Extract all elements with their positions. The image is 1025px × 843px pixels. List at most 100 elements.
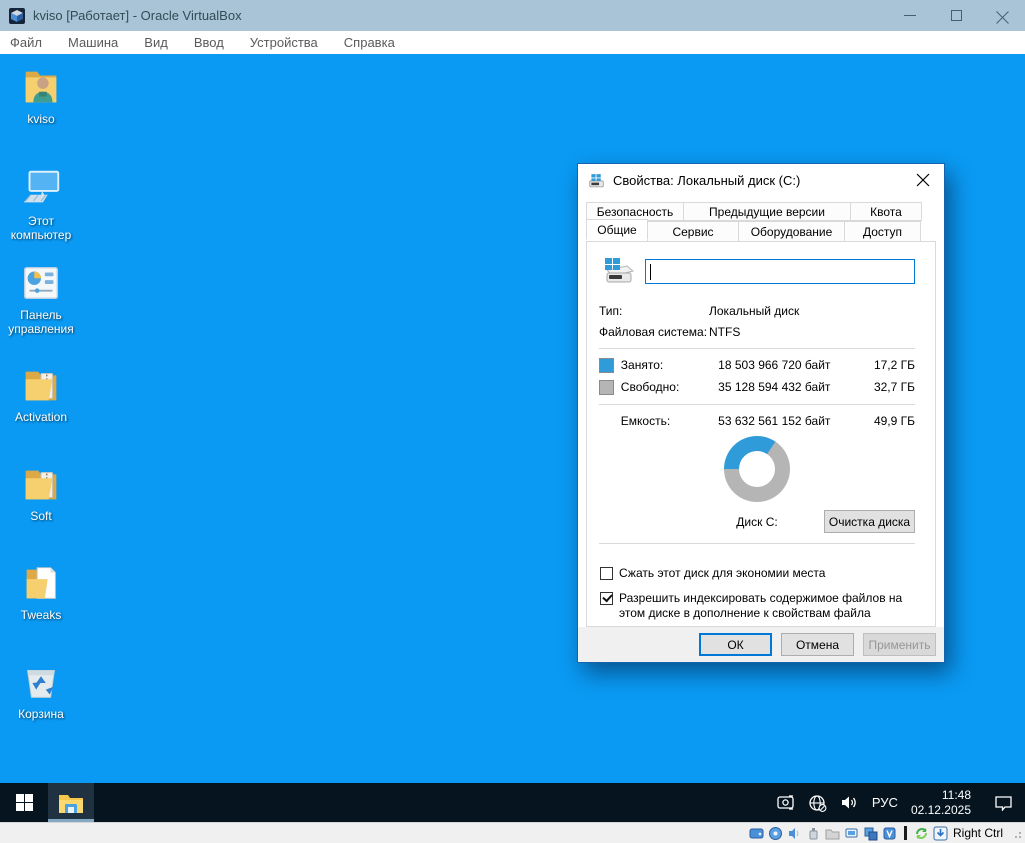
- tray-clock[interactable]: 11:48 02.12.2025: [911, 788, 971, 818]
- status-keyboard-capture-icon[interactable]: [933, 826, 948, 841]
- compress-checkbox-row[interactable]: Сжать этот диск для экономии места: [599, 566, 915, 581]
- desktop-icon-label: Корзина: [18, 707, 64, 721]
- status-mouse-integration-icon[interactable]: [914, 826, 929, 841]
- tray-display-icon[interactable]: [776, 794, 795, 811]
- folder-document-icon: [18, 560, 64, 606]
- minimize-icon: [904, 15, 916, 16]
- tab-previous-versions[interactable]: Предыдущие версии: [683, 202, 851, 221]
- desktop-icon-label: kviso: [27, 112, 54, 126]
- free-label: Свободно:: [621, 380, 708, 394]
- system-tray: РУС 11:48 02.12.2025: [776, 783, 1025, 822]
- menu-devices[interactable]: Устройства: [250, 35, 318, 50]
- close-button[interactable]: [979, 0, 1025, 31]
- status-usb-icon[interactable]: [806, 826, 821, 841]
- tab-quota[interactable]: Квота: [850, 202, 922, 221]
- start-button[interactable]: [0, 783, 48, 822]
- cancel-button[interactable]: Отмена: [781, 633, 854, 656]
- status-hdd-icon[interactable]: [749, 826, 764, 841]
- free-bytes: 35 128 594 432 байт: [707, 380, 830, 394]
- windows-logo-icon: [16, 794, 33, 811]
- filesystem-label: Файловая система:: [599, 325, 709, 339]
- virtualbox-app-icon: [8, 7, 26, 25]
- close-icon: [916, 173, 930, 187]
- disk-properties-dialog: Свойства: Локальный диск (C:) Безопаснос…: [577, 163, 945, 663]
- status-display-icon[interactable]: [844, 826, 859, 841]
- desktop-icon-label: Этот компьютер: [2, 214, 80, 242]
- status-separator: [904, 826, 907, 840]
- dialog-titlebar: Свойства: Локальный диск (C:): [578, 164, 944, 197]
- close-icon: [996, 9, 1009, 22]
- desktop-icon-label: Tweaks: [21, 608, 62, 622]
- index-checkbox[interactable]: [600, 592, 613, 605]
- free-legend-swatch: [599, 380, 614, 395]
- file-explorer-taskbar-button[interactable]: [48, 783, 94, 822]
- desktop-icon-recycle-bin[interactable]: Корзина: [2, 659, 80, 721]
- drive-icon-large: [599, 256, 639, 288]
- file-explorer-icon: [58, 792, 84, 814]
- menu-help[interactable]: Справка: [344, 35, 395, 50]
- tab-general[interactable]: Общие: [586, 219, 648, 240]
- compress-checkbox[interactable]: [600, 567, 613, 580]
- status-optical-disk-icon[interactable]: [768, 826, 783, 841]
- desktop-icon-soft[interactable]: Soft: [2, 461, 80, 523]
- menu-input[interactable]: Ввод: [194, 35, 224, 50]
- language-indicator[interactable]: РУС: [872, 795, 898, 810]
- tab-tools[interactable]: Сервис: [647, 221, 739, 242]
- compress-checkbox-label: Сжать этот диск для экономии места: [619, 566, 825, 581]
- volume-icon[interactable]: [840, 794, 859, 811]
- maximize-icon: [951, 10, 962, 21]
- virtualbox-window: kviso [Работает] - Oracle VirtualBox Фай…: [0, 0, 1025, 843]
- separator: [599, 543, 915, 544]
- desktop-icon-this-pc[interactable]: Этот компьютер: [2, 166, 80, 242]
- clock-date: 02.12.2025: [911, 803, 971, 818]
- apply-button[interactable]: Применить: [863, 633, 936, 656]
- tab-hardware[interactable]: Оборудование: [738, 221, 845, 242]
- volume-name-input[interactable]: [645, 259, 915, 284]
- desktop-icon-label: Soft: [30, 509, 51, 523]
- index-checkbox-row[interactable]: Разрешить индексировать содержимое файло…: [599, 591, 915, 621]
- type-label: Тип:: [599, 304, 709, 318]
- tab-sharing[interactable]: Доступ: [844, 221, 921, 242]
- separator: [599, 348, 915, 349]
- dialog-close-button[interactable]: [910, 167, 936, 193]
- action-center-icon[interactable]: [994, 794, 1013, 811]
- vbox-titlebar: kviso [Работает] - Oracle VirtualBox: [0, 0, 1025, 31]
- capacity-label: Емкость:: [621, 414, 708, 428]
- status-seamless-icon[interactable]: [863, 826, 878, 841]
- status-audio-icon[interactable]: [787, 826, 802, 841]
- disk-usage-donut-chart: [724, 436, 790, 502]
- menu-file[interactable]: Файл: [10, 35, 42, 50]
- used-bytes: 18 503 966 720 байт: [707, 358, 830, 372]
- text-caret: [650, 264, 651, 280]
- desktop-icon-activation[interactable]: Activation: [2, 362, 80, 424]
- status-shared-folders-icon[interactable]: [825, 826, 840, 841]
- free-size: 32,7 ГБ: [830, 380, 915, 394]
- desktop-icon-control-panel[interactable]: Панель управления: [2, 260, 80, 336]
- resize-grip[interactable]: [1011, 828, 1021, 838]
- menu-machine[interactable]: Машина: [68, 35, 118, 50]
- used-label: Занято:: [621, 358, 708, 372]
- desktop-icon-tweaks[interactable]: Tweaks: [2, 560, 80, 622]
- ok-button[interactable]: ОК: [699, 633, 772, 656]
- minimize-button[interactable]: [887, 0, 933, 31]
- drive-icon: [588, 173, 605, 188]
- maximize-button[interactable]: [933, 0, 979, 31]
- index-checkbox-label: Разрешить индексировать содержимое файло…: [619, 591, 915, 621]
- used-size: 17,2 ГБ: [830, 358, 915, 372]
- dialog-title: Свойства: Локальный диск (C:): [613, 173, 800, 188]
- desktop-icon-kviso[interactable]: kviso: [2, 64, 80, 126]
- menu-view[interactable]: Вид: [144, 35, 168, 50]
- recycle-bin-icon: [18, 659, 64, 705]
- used-legend-swatch: [599, 358, 614, 373]
- dialog-footer: ОК Отмена Применить: [578, 627, 944, 662]
- status-features-icon[interactable]: [882, 826, 897, 841]
- capacity-bytes: 53 632 561 152 байт: [707, 414, 830, 428]
- general-tab-page: Тип: Локальный диск Файловая система: NT…: [586, 241, 936, 627]
- filesystem-value: NTFS: [709, 325, 740, 339]
- user-folder-icon: [18, 64, 64, 110]
- used-space-row: Занято: 18 503 966 720 байт 17,2 ГБ: [599, 358, 915, 373]
- vbox-menubar: Файл Машина Вид Ввод Устройства Справка: [0, 31, 1025, 54]
- capacity-size: 49,9 ГБ: [830, 414, 915, 428]
- disk-cleanup-button[interactable]: Очистка диска: [824, 510, 915, 533]
- network-globe-offline-icon[interactable]: [808, 794, 827, 812]
